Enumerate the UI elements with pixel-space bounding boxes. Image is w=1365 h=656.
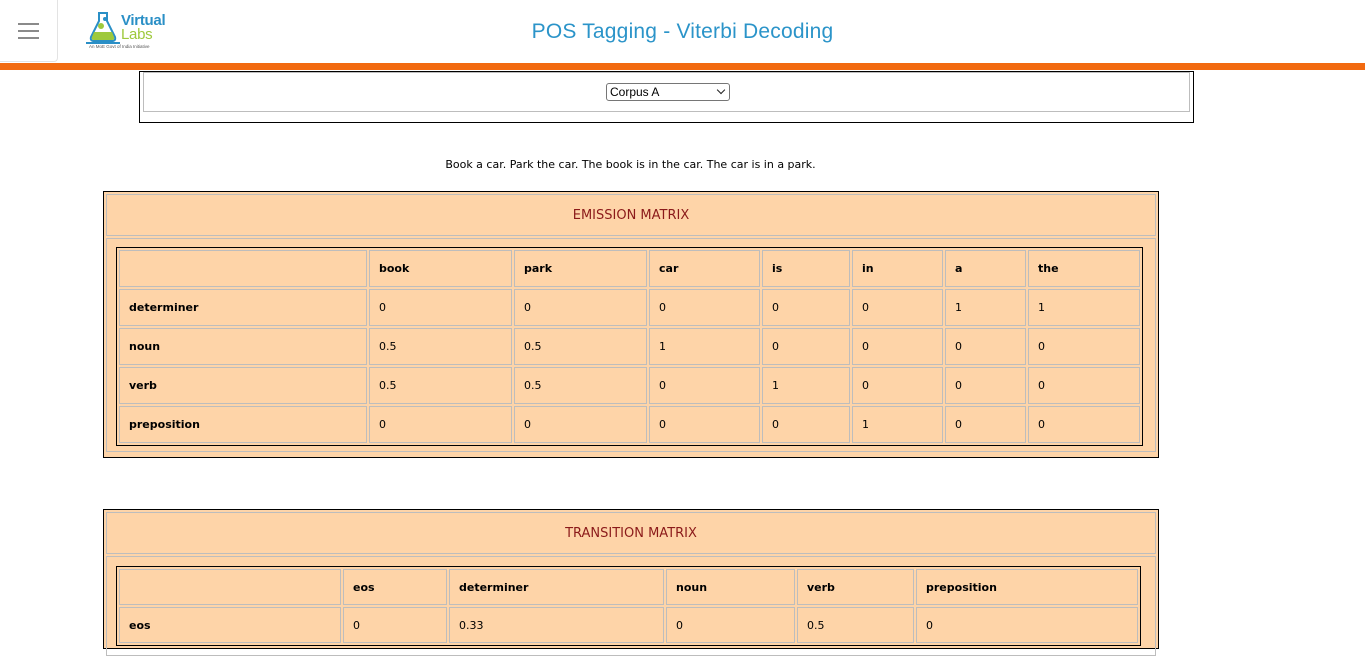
table-cell: 0 [649, 406, 760, 443]
corpus-select-value: Corpus A [610, 85, 660, 99]
table-cell: 0.5 [369, 367, 512, 404]
table-cell: 0 [916, 607, 1138, 643]
table-header-cell: car [649, 250, 760, 287]
table-cell: 1 [649, 328, 760, 365]
table-cell: 0.5 [514, 367, 647, 404]
table-row: verb 0.5 0.5 0 1 0 0 0 [119, 367, 1140, 404]
table-cell: 0 [369, 406, 512, 443]
corpus-select[interactable]: Corpus A [606, 83, 730, 101]
table-cell: 0.5 [514, 328, 647, 365]
table-cell: 1 [945, 289, 1026, 326]
table-header-cell: book [369, 250, 512, 287]
table-row-label: noun [119, 328, 367, 365]
header-accent-bar [0, 63, 1365, 70]
table-cell: 0 [852, 367, 943, 404]
table-header-cell: a [945, 250, 1026, 287]
emission-matrix-table: book park car is in a the determiner 0 0 0 0 0 1 1 noun… [116, 247, 1143, 446]
table-header-cell: determiner [449, 569, 664, 605]
emission-matrix-title: EMISSION MATRIX [106, 194, 1156, 236]
table-cell: 0 [762, 289, 850, 326]
table-header-cell: is [762, 250, 850, 287]
table-cell: 0 [945, 328, 1026, 365]
table-cell: 0 [1028, 367, 1140, 404]
table-cell: 0.33 [449, 607, 664, 643]
table-row-label: eos [119, 607, 341, 643]
table-header-cell [119, 569, 341, 605]
table-cell: 1 [762, 367, 850, 404]
table-cell: 0 [649, 289, 760, 326]
table-header-cell: preposition [916, 569, 1138, 605]
table-cell: 0 [762, 406, 850, 443]
table-cell: 1 [852, 406, 943, 443]
table-header-cell: the [1028, 250, 1140, 287]
table-cell: 0.5 [369, 328, 512, 365]
table-row: eos 0 0.33 0 0.5 0 [119, 607, 1138, 643]
table-row-label: preposition [119, 406, 367, 443]
table-header-cell: park [514, 250, 647, 287]
table-header-row: book park car is in a the [119, 250, 1140, 287]
table-cell: 0 [343, 607, 447, 643]
table-cell: 1 [1028, 289, 1140, 326]
table-header-cell: eos [343, 569, 447, 605]
table-cell: 0 [1028, 406, 1140, 443]
table-header-cell: verb [797, 569, 914, 605]
table-cell: 0 [945, 406, 1026, 443]
transition-matrix-panel: TRANSITION MATRIX eos determiner noun verb p… [103, 509, 1159, 656]
transition-matrix-table: eos determiner noun verb preposition eos 0 0.33… [116, 566, 1141, 646]
corpus-select-cell: Corpus A [143, 72, 1190, 112]
table-cell: 0 [852, 289, 943, 326]
table-row-label: verb [119, 367, 367, 404]
table-header-cell [119, 250, 367, 287]
table-row: noun 0.5 0.5 1 0 0 0 0 [119, 328, 1140, 365]
corpus-sentence: Book a car. Park the car. The book is in… [445, 158, 816, 171]
table-row-label: determiner [119, 289, 367, 326]
table-cell: 0 [852, 328, 943, 365]
table-cell: 0 [762, 328, 850, 365]
table-cell: 0 [514, 289, 647, 326]
transition-matrix-title: TRANSITION MATRIX [106, 512, 1156, 554]
chevron-down-icon [716, 85, 726, 95]
table-cell: 0 [1028, 328, 1140, 365]
table-header-cell: noun [666, 569, 795, 605]
table-cell: 0 [666, 607, 795, 643]
table-header-row: eos determiner noun verb preposition [119, 569, 1138, 605]
table-cell: 0 [369, 289, 512, 326]
table-row: determiner 0 0 0 0 0 1 1 [119, 289, 1140, 326]
logo-tagline: An MoE Govt of India Initiative [89, 44, 150, 49]
table-row: preposition 0 0 0 0 1 0 0 [119, 406, 1140, 443]
table-cell: 0 [945, 367, 1026, 404]
emission-matrix-panel: EMISSION MATRIX book park car is in a the deter… [103, 191, 1159, 458]
page-title: POS Tagging - Viterbi Decoding [531, 20, 834, 43]
table-cell: 0.5 [797, 607, 914, 643]
header: Virtual Labs An MoE Govt of India Initia… [0, 0, 1365, 63]
table-header-cell: in [852, 250, 943, 287]
corpus-select-container: Corpus A [139, 71, 1194, 123]
table-cell: 0 [514, 406, 647, 443]
table-cell: 0 [649, 367, 760, 404]
